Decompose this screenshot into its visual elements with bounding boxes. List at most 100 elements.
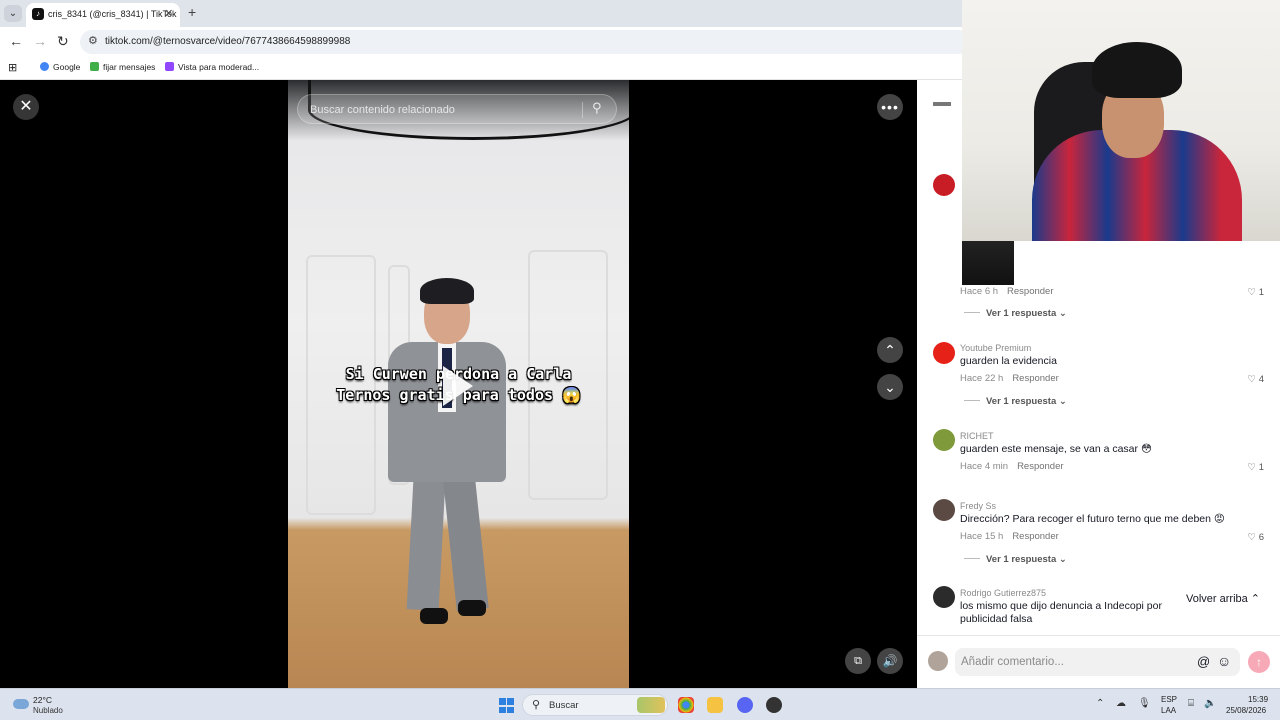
bookmarks-bar: ⊞ Google fijar mensajes Vista para moder… bbox=[0, 57, 962, 80]
twitch-icon bbox=[165, 62, 174, 71]
wall-panel bbox=[306, 255, 376, 515]
comment-field[interactable]: @ ☺ bbox=[955, 648, 1240, 676]
url-text[interactable]: tiktok.com/@ternosvarce/video/7677438664… bbox=[105, 36, 350, 47]
weather-condition[interactable]: Nublado bbox=[33, 706, 63, 715]
apps-grid-icon[interactable]: ⊞ bbox=[8, 61, 17, 74]
taskbar-search[interactable]: ⚲ Buscar bbox=[522, 694, 668, 716]
chrome-icon[interactable] bbox=[678, 697, 694, 713]
volume-icon[interactable]: 🔊 bbox=[877, 648, 903, 674]
tab-search-icon[interactable]: ⌄ bbox=[4, 5, 22, 22]
forward-arrow-icon[interactable]: → bbox=[33, 33, 47, 49]
comment-username[interactable]: RICHET bbox=[960, 431, 994, 441]
commenter-avatar[interactable] bbox=[933, 586, 955, 608]
windows-start-icon[interactable] bbox=[499, 698, 514, 713]
commenter-avatar[interactable] bbox=[933, 499, 955, 521]
play-icon[interactable] bbox=[443, 366, 473, 406]
clock-date[interactable]: 25/08/2026 bbox=[1226, 706, 1266, 715]
like-count[interactable]: ♡ 6 bbox=[1248, 532, 1264, 543]
file-explorer-icon[interactable] bbox=[707, 697, 723, 713]
language-top[interactable]: ESP bbox=[1161, 695, 1177, 704]
google-icon bbox=[40, 62, 49, 71]
related-search-box[interactable]: ⚲ bbox=[297, 94, 617, 124]
search-divider bbox=[582, 102, 583, 118]
back-arrow-icon[interactable]: ← bbox=[9, 33, 23, 49]
chat-icon bbox=[90, 62, 99, 71]
related-search-input[interactable] bbox=[310, 101, 570, 119]
comment-username[interactable]: Rodrigo Gutierrez875 bbox=[960, 588, 1046, 598]
omnibox[interactable]: ⚙ tiktok.com/@ternosvarce/video/76774386… bbox=[80, 30, 970, 54]
comment-username[interactable]: Fredy Ss bbox=[960, 501, 996, 511]
comment-meta: Hace 22 h Responder bbox=[960, 373, 1059, 384]
speaker-icon[interactable]: 🔈 bbox=[1204, 698, 1216, 709]
bookmark-google[interactable]: Google bbox=[40, 62, 80, 72]
comment-text: guarden la evidencia bbox=[960, 355, 1057, 367]
windows-taskbar: 22°C Nublado ⚲ Buscar ⌃ ☁ 🎙 ESP LAA ⌸ 🔈 … bbox=[0, 688, 1280, 720]
tab-tiktok[interactable]: ♪ cris_8341 (@cris_8341) | TikTok ✕ bbox=[26, 3, 180, 27]
youtube-avatar[interactable] bbox=[933, 342, 955, 364]
tray-chevron-up-icon[interactable]: ⌃ bbox=[1096, 698, 1104, 709]
chevron-down-icon: ⌄ bbox=[1058, 554, 1067, 565]
back-to-top-button[interactable]: Volver arriba ⌃ bbox=[1182, 590, 1265, 607]
reply-link[interactable]: Responder bbox=[1012, 373, 1058, 384]
new-tab-button[interactable]: + bbox=[188, 4, 196, 20]
previous-video-chevron-up-icon[interactable]: ⌃ bbox=[877, 337, 903, 363]
chevron-down-icon: ⌄ bbox=[1058, 308, 1067, 319]
weather-temperature[interactable]: 22°C bbox=[33, 695, 52, 705]
microphone-icon[interactable]: 🎙 bbox=[1138, 698, 1151, 709]
commenter-avatar[interactable] bbox=[933, 429, 955, 451]
comment-username[interactable]: Youtube Premium bbox=[960, 343, 1031, 353]
bookmark-vista-moderador[interactable]: Vista para moderad... bbox=[165, 62, 259, 72]
clock-time[interactable]: 15:39 bbox=[1248, 695, 1268, 704]
person-shoe bbox=[458, 600, 486, 616]
tab-close-icon[interactable]: ✕ bbox=[164, 7, 173, 20]
person-leg bbox=[443, 478, 489, 612]
video-stage: ⚲ Si Curwen perdona a Carla Ternos grati… bbox=[0, 80, 917, 688]
webcam-fragment bbox=[962, 241, 1014, 285]
browser-tab-strip: ⌄ ♪ cris_8341 (@cris_8341) | TikTok ✕ + bbox=[0, 0, 962, 27]
reply-link[interactable]: Responder bbox=[1012, 531, 1058, 542]
video-player[interactable]: ⚲ Si Curwen perdona a Carla Ternos grati… bbox=[288, 80, 629, 688]
tiktok-favicon-icon: ♪ bbox=[32, 8, 44, 20]
comment-meta: Hace 4 min Responder bbox=[960, 461, 1064, 472]
mention-icon[interactable]: @ bbox=[1197, 654, 1210, 669]
reply-link[interactable]: Responder bbox=[1007, 286, 1053, 297]
person-hair bbox=[420, 278, 474, 304]
person-shoe bbox=[420, 608, 448, 624]
like-count[interactable]: ♡ 1 bbox=[1248, 462, 1264, 473]
search-icon[interactable]: ⚲ bbox=[592, 100, 602, 116]
comment-text: los mismo que dijo denuncia a Indecopi p… bbox=[960, 600, 1162, 625]
next-video-chevron-down-icon[interactable]: ⌄ bbox=[877, 374, 903, 400]
chevron-down-icon: ⌄ bbox=[1058, 396, 1067, 407]
picture-in-picture-icon[interactable]: ⧉ bbox=[845, 648, 871, 674]
network-status-icon[interactable]: ☁ bbox=[1116, 698, 1126, 709]
more-options-icon[interactable]: ••• bbox=[877, 94, 903, 120]
bookmark-fijar-mensajes[interactable]: fijar mensajes bbox=[90, 62, 155, 72]
like-count[interactable]: ♡ 4 bbox=[1248, 374, 1264, 385]
like-count[interactable]: ♡ 1 bbox=[1248, 287, 1264, 298]
app-icon[interactable] bbox=[766, 697, 782, 713]
language-bottom[interactable]: LAA bbox=[1161, 706, 1176, 715]
view-replies-button[interactable]: Ver 1 respuesta ⌄ bbox=[964, 554, 1067, 565]
wifi-icon[interactable]: ⌸ bbox=[1188, 698, 1194, 709]
view-replies-button[interactable]: Ver 1 respuesta ⌄ bbox=[964, 308, 1067, 319]
commenter-avatar[interactable] bbox=[933, 174, 955, 196]
view-replies-button[interactable]: Ver 1 respuesta ⌄ bbox=[964, 396, 1067, 407]
current-user-avatar[interactable] bbox=[928, 651, 948, 671]
site-info-icon[interactable]: ⚙ bbox=[88, 34, 98, 47]
comment-text: guarden este mensaje, se van a casar 😳 bbox=[960, 443, 1152, 455]
webcam-overlay bbox=[962, 0, 1280, 241]
tab-title: cris_8341 (@cris_8341) | TikTok bbox=[48, 9, 177, 19]
close-video-button[interactable]: ✕ bbox=[13, 94, 39, 120]
emoji-icon[interactable]: ☺ bbox=[1217, 653, 1231, 669]
send-arrow-icon[interactable]: ↑ bbox=[1248, 651, 1270, 673]
comment-meta: Hace 15 h Responder bbox=[960, 531, 1059, 542]
streamer-hair bbox=[1092, 42, 1182, 98]
reload-icon[interactable]: ↻ bbox=[57, 33, 69, 50]
reply-link[interactable]: Responder bbox=[1017, 461, 1063, 472]
comment-text: Dirección? Para recoger el futuro terno … bbox=[960, 513, 1225, 525]
discord-icon[interactable] bbox=[737, 697, 753, 713]
cloud-icon bbox=[13, 699, 29, 709]
comment-input[interactable] bbox=[961, 653, 1191, 671]
taskbar-search-label: Buscar bbox=[549, 700, 579, 711]
partial-comment-avatar bbox=[933, 102, 951, 106]
